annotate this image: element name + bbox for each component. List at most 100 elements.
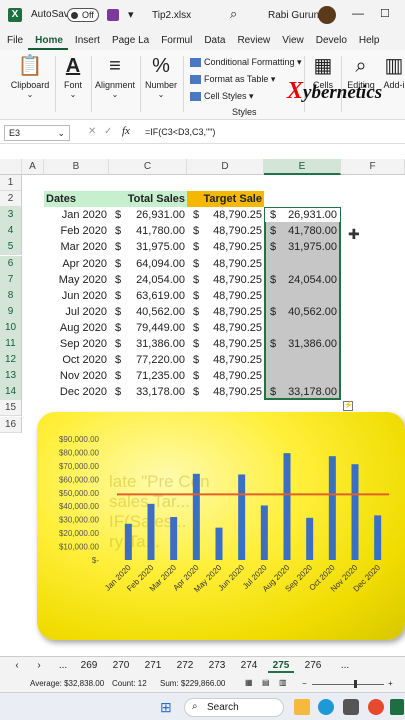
sales-cell[interactable]: 41,780.00 xyxy=(109,223,185,239)
column-header-f[interactable]: F xyxy=(341,159,405,175)
sales-cell[interactable]: 79,449.00 xyxy=(109,320,185,336)
tab-formulas[interactable]: Formul xyxy=(154,32,197,50)
zoom-in-icon[interactable]: + xyxy=(388,679,393,688)
header-total-sales[interactable]: Total Sales xyxy=(109,191,185,207)
target-cell[interactable]: 48,790.25 xyxy=(187,320,262,336)
sheet-tab[interactable]: 276 xyxy=(300,660,326,671)
alignment-group[interactable]: ≡ Alignment ⌄ xyxy=(93,54,137,99)
user-name[interactable]: Rabi Gurung xyxy=(268,10,325,21)
target-cell[interactable]: 48,790.25 xyxy=(187,304,262,320)
header-target-sale[interactable]: Target Sale xyxy=(187,191,263,207)
sheet-tab[interactable]: 271 xyxy=(140,660,166,671)
target-cell[interactable]: 48,790.25 xyxy=(187,207,262,223)
row-header[interactable]: 16 xyxy=(0,416,22,433)
page-break-view-icon[interactable]: ▥ xyxy=(279,678,287,687)
target-cell[interactable]: 48,790.25 xyxy=(187,288,262,304)
row-header[interactable]: 7 xyxy=(0,271,22,288)
addins-group[interactable]: ▥ Add-i xyxy=(383,54,405,90)
cancel-icon[interactable]: ✕ xyxy=(88,126,96,137)
sales-cell[interactable]: 63,619.00 xyxy=(109,288,185,304)
sheet-tab-more[interactable]: ... xyxy=(332,660,358,671)
date-cell[interactable]: Oct 2020 xyxy=(44,352,107,368)
sheet-tab[interactable]: 272 xyxy=(172,660,198,671)
sales-cell[interactable]: 77,220.00 xyxy=(109,352,185,368)
target-cell[interactable]: 48,790.25 xyxy=(187,352,262,368)
tab-developer[interactable]: Develo xyxy=(309,32,352,50)
sales-cell[interactable]: 33,178.00 xyxy=(109,384,185,400)
tab-file[interactable]: File xyxy=(0,32,28,50)
search-icon[interactable]: ⌕ xyxy=(230,6,237,22)
sales-cell[interactable]: 31,975.00 xyxy=(109,239,185,255)
avatar[interactable] xyxy=(318,6,336,24)
minimize-button[interactable]: — xyxy=(352,6,364,20)
chrome-icon[interactable] xyxy=(368,699,384,715)
file-explorer-icon[interactable] xyxy=(294,699,310,715)
target-cell[interactable]: 48,790.25 xyxy=(187,368,262,384)
scroll-right-icon[interactable]: › xyxy=(26,660,52,671)
sheet-tab[interactable]: 274 xyxy=(236,660,262,671)
sales-cell[interactable]: 71,235.00 xyxy=(109,368,185,384)
conditional-formatting-button[interactable]: Conditional Formatting ▾ xyxy=(190,57,302,68)
result-cell[interactable]: 31,386.00 xyxy=(264,336,337,352)
sales-cell[interactable]: 31,386.00 xyxy=(109,336,185,352)
document-title[interactable]: Tip2.xlsx xyxy=(152,10,191,21)
font-group[interactable]: A Font ⌄ xyxy=(58,54,88,99)
target-cell[interactable]: 48,790.25 xyxy=(187,239,262,255)
row-header[interactable]: 11 xyxy=(0,336,22,352)
tab-data[interactable]: Data xyxy=(197,32,230,50)
column-header-d[interactable]: D xyxy=(187,159,264,175)
column-header-c[interactable]: C xyxy=(109,159,187,175)
result-cell[interactable]: 26,931.00 xyxy=(264,207,337,223)
date-cell[interactable]: May 2020 xyxy=(44,272,107,288)
tab-page-layout[interactable]: Page La xyxy=(105,32,154,50)
date-cell[interactable]: Apr 2020 xyxy=(44,256,107,272)
select-all-corner[interactable] xyxy=(0,159,22,175)
date-cell[interactable]: Jun 2020 xyxy=(44,288,107,304)
tab-review[interactable]: Review xyxy=(230,32,275,50)
edge-icon[interactable] xyxy=(318,699,334,715)
row-header[interactable]: 13 xyxy=(0,368,22,385)
result-cell[interactable]: 33,178.00 xyxy=(264,384,337,400)
target-cell[interactable]: 48,790.25 xyxy=(187,384,262,400)
date-cell[interactable]: Jan 2020 xyxy=(44,207,107,223)
tab-home[interactable]: Home xyxy=(28,32,68,50)
row-header[interactable]: 2 xyxy=(0,191,22,208)
clipboard-group[interactable]: 📋 Clipboard ⌄ xyxy=(8,54,52,99)
customize-toolbar-icon[interactable]: ▾ xyxy=(128,8,134,21)
row-header[interactable]: 6 xyxy=(0,255,22,272)
formula-input[interactable]: =IF(C3<D3,C3,"") xyxy=(145,127,215,137)
normal-view-icon[interactable]: ▦ xyxy=(245,678,253,687)
sales-cell[interactable]: 40,562.00 xyxy=(109,304,185,320)
page-layout-view-icon[interactable]: ▤ xyxy=(262,678,270,687)
result-cell[interactable]: 41,780.00 xyxy=(264,223,337,239)
sheet-tab[interactable]: 270 xyxy=(108,660,134,671)
zoom-slider-handle[interactable] xyxy=(354,680,357,688)
result-cell[interactable]: 24,054.00 xyxy=(264,272,337,288)
sheet-tab-active[interactable]: 275 xyxy=(268,660,294,673)
date-cell[interactable]: Feb 2020 xyxy=(44,223,107,239)
date-cell[interactable]: Jul 2020 xyxy=(44,304,107,320)
row-header[interactable]: 3 xyxy=(0,207,22,224)
sheet-tab[interactable]: 269 xyxy=(76,660,102,671)
result-cell[interactable]: 40,562.00 xyxy=(264,304,337,320)
sales-chart[interactable]: late "Pre Con sales Tar... IF(Sales... r… xyxy=(37,412,405,640)
row-header[interactable]: 15 xyxy=(0,400,22,417)
autosave-toggle[interactable]: Off xyxy=(67,8,99,22)
date-cell[interactable]: Sep 2020 xyxy=(44,336,107,352)
sheet-tab[interactable]: 273 xyxy=(204,660,230,671)
quick-analysis-icon[interactable]: ⚡ xyxy=(343,401,353,411)
store-icon[interactable] xyxy=(343,699,359,715)
save-icon[interactable] xyxy=(107,9,119,21)
sheet-tab-more[interactable]: ... xyxy=(50,660,76,671)
zoom-slider[interactable] xyxy=(312,684,384,685)
column-header-e[interactable]: E xyxy=(264,159,341,175)
row-header[interactable]: 4 xyxy=(0,223,22,240)
row-header[interactable]: 8 xyxy=(0,287,22,304)
date-cell[interactable]: Nov 2020 xyxy=(44,368,107,384)
tab-help[interactable]: Help xyxy=(352,32,385,50)
sales-cell[interactable]: 24,054.00 xyxy=(109,272,185,288)
target-cell[interactable]: 48,790.25 xyxy=(187,336,262,352)
taskbar-search[interactable]: ⌕ Search xyxy=(184,698,284,717)
row-header[interactable]: 9 xyxy=(0,303,22,320)
row-header[interactable]: 1 xyxy=(0,175,22,191)
